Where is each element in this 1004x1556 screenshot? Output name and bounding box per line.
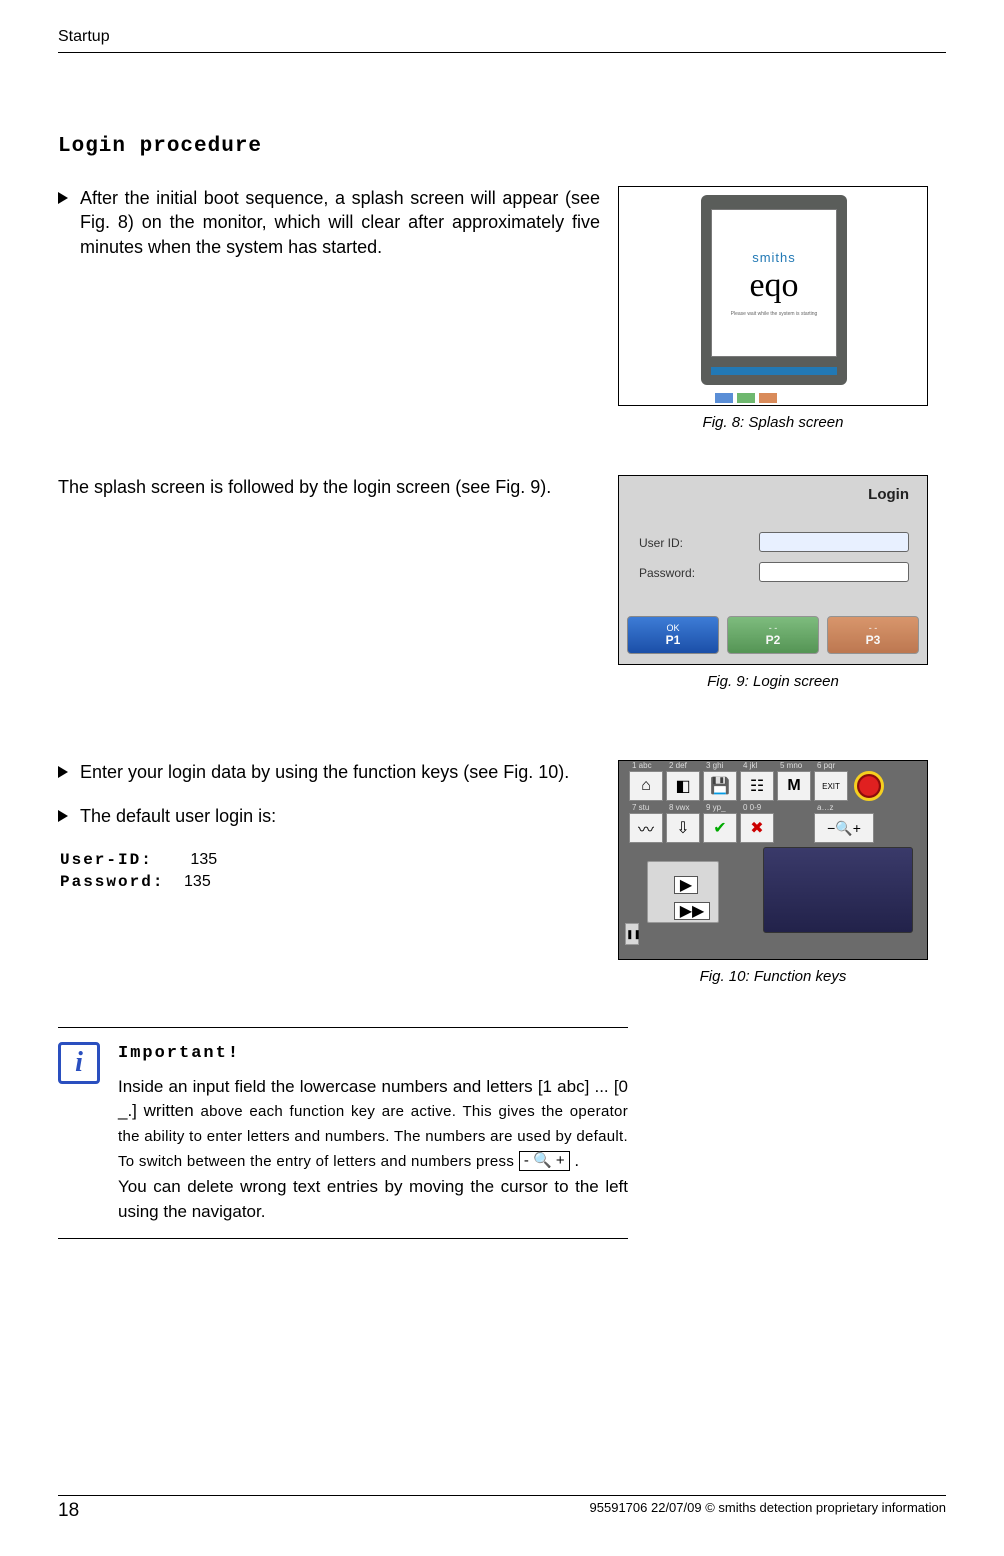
ff-icon: ▶▶: [680, 901, 705, 921]
page-number: 18: [58, 1500, 79, 1522]
figure-10-function-keys: 1 abc⌂ 2 def◧ 3 ghi💾 4 jkl☷ 5 mnoM 6 pqr…: [618, 760, 928, 960]
page-header-title: Startup: [58, 28, 110, 46]
fkey-2[interactable]: 2 def◧: [666, 771, 700, 801]
splash-brand: smiths: [752, 250, 796, 265]
pause-icon: ❚❚: [626, 929, 641, 939]
paragraph-2: The splash screen is followed by the log…: [58, 475, 600, 499]
splash-product: eqo: [749, 267, 798, 305]
login-p3-small: - -: [869, 623, 878, 633]
bullet-icon: [58, 192, 68, 204]
fkey-4[interactable]: 4 jkl☷: [740, 771, 774, 801]
m-icon: M: [787, 777, 800, 795]
paragraph-3: Enter your login data by using the funct…: [80, 760, 600, 784]
important-rule-bottom: [58, 1238, 628, 1239]
pause-button[interactable]: ❚❚: [625, 923, 639, 945]
zoom-plus-icon: +: [853, 820, 861, 836]
footer-copyright: 95591706 22/07/09 © smiths detection pro…: [590, 1500, 946, 1522]
figure-8-splash: smiths eqo Please wait while the system …: [618, 186, 928, 406]
cred-pass-label: Password:: [60, 873, 164, 891]
fkey-6-exit[interactable]: 6 pqrEXIT: [814, 771, 848, 801]
check-icon: ✔: [713, 818, 726, 838]
login-p1-small: OK: [666, 623, 679, 633]
login-pass-input[interactable]: [759, 562, 909, 582]
credentials-block: User-ID: 135 Password: 135: [60, 849, 600, 894]
fkey-3[interactable]: 3 ghi💾: [703, 771, 737, 801]
bullet-icon: [58, 810, 68, 822]
cross-icon: ✖: [750, 818, 763, 838]
paragraph-1: After the initial boot sequence, a splas…: [80, 186, 600, 259]
save-icon: 💾: [710, 776, 730, 796]
play-button[interactable]: ▶: [674, 876, 698, 894]
exit-icon: EXIT: [822, 782, 840, 791]
important-period: .: [574, 1151, 579, 1170]
important-title: Important!: [118, 1042, 628, 1067]
login-p3-button[interactable]: - - P3: [827, 616, 919, 654]
cred-user-label: User-ID:: [60, 851, 153, 869]
login-p1-button[interactable]: OK P1: [627, 616, 719, 654]
fkey-5[interactable]: 5 mnoM: [777, 771, 811, 801]
magnifier-icon: 🔍: [835, 820, 852, 837]
login-title: Login: [868, 486, 909, 503]
zoom-key[interactable]: a…z − 🔍 +: [814, 813, 874, 843]
important-text-2: You can delete wrong text entries by mov…: [118, 1175, 628, 1224]
zoom-minus-icon: −: [827, 820, 835, 836]
login-p2-button[interactable]: - - P2: [727, 616, 819, 654]
login-pass-label: Password:: [639, 566, 695, 580]
fast-forward-button[interactable]: ▶▶: [674, 902, 710, 920]
important-rule-top: [58, 1027, 628, 1028]
login-p3-big: P3: [866, 633, 881, 647]
emergency-stop-icon[interactable]: [854, 771, 884, 801]
fkey-7[interactable]: 7 stu〰: [629, 813, 663, 843]
fkey-8[interactable]: 8 vwx⇩: [666, 813, 700, 843]
fkey-1[interactable]: 1 abc⌂: [629, 771, 663, 801]
figure-9-login: Login User ID: Password: OK P1 - - P2 - …: [618, 475, 928, 665]
figure-10-caption: Fig. 10: Function keys: [618, 968, 928, 985]
zoom-key-inline: - 🔍 +: [519, 1151, 570, 1171]
login-p2-big: P2: [766, 633, 781, 647]
splash-hint: Please wait while the system is starting: [731, 311, 818, 317]
login-p2-small: - -: [769, 623, 778, 633]
cred-pass-value: 135: [184, 873, 211, 890]
login-p1-big: P1: [666, 633, 681, 647]
footer-rule: [58, 1495, 946, 1496]
paragraph-4: The default user login is:: [80, 804, 600, 828]
fkey-0[interactable]: 0 0-9✖: [740, 813, 774, 843]
splash-footer-bar: [711, 367, 837, 375]
play-icon: ▶: [680, 875, 692, 895]
header-rule: [58, 52, 946, 53]
section-title: Login procedure: [58, 135, 946, 158]
cred-user-value: 135: [190, 851, 217, 868]
fkey-9[interactable]: 9 yp_✔: [703, 813, 737, 843]
preview-panel: [763, 847, 913, 933]
figure-8-caption: Fig. 8: Splash screen: [618, 414, 928, 431]
info-icon: i: [58, 1042, 100, 1084]
figure-9-caption: Fig. 9: Login screen: [618, 673, 928, 690]
login-user-input[interactable]: [759, 532, 909, 552]
login-user-label: User ID:: [639, 536, 683, 550]
down-icon: ⇩: [676, 818, 689, 838]
splash-softkeys: [715, 393, 777, 403]
bullet-icon: [58, 766, 68, 778]
playback-panel: ▶ ▶▶: [647, 861, 719, 923]
